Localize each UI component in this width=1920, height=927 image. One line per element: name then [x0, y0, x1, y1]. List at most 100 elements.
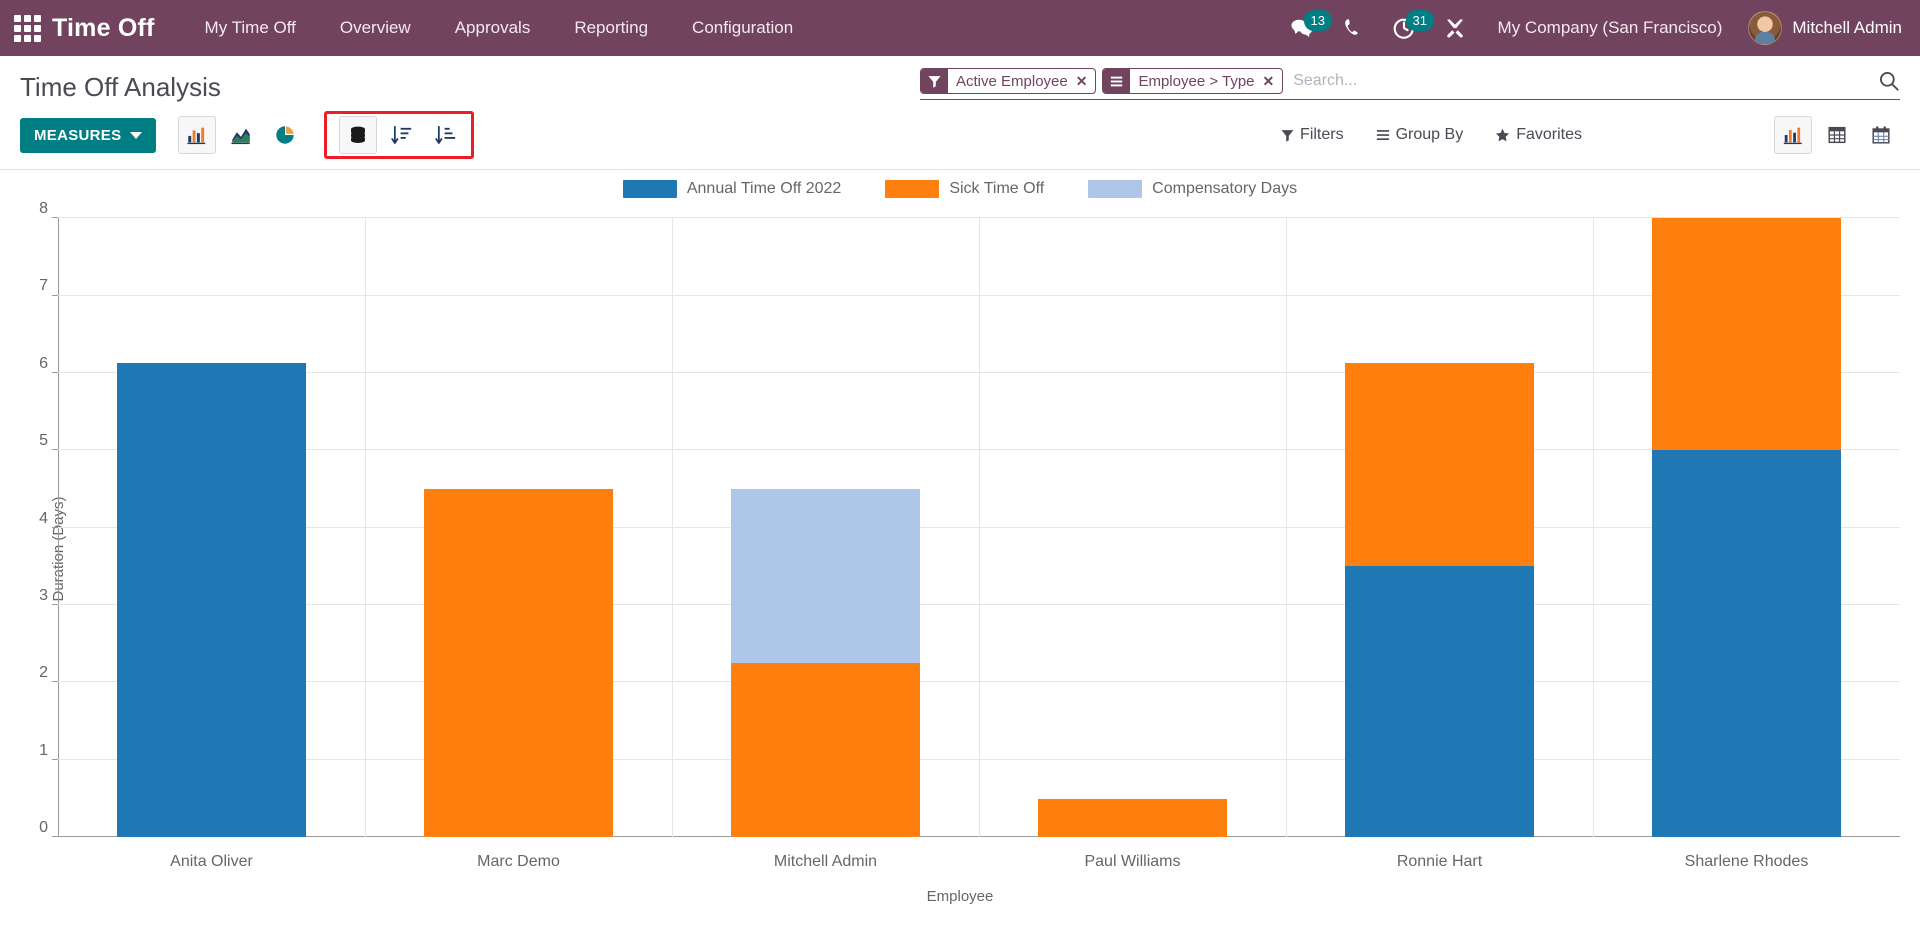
activities-menu[interactable]: 31 [1378, 0, 1435, 56]
x-tick-label: Mitchell Admin [773, 853, 878, 871]
measures-button[interactable]: MEASURES [20, 117, 157, 153]
menu-overview[interactable]: Overview [318, 10, 433, 46]
user-menu[interactable]: Mitchell Admin [1740, 11, 1902, 45]
legend-swatch [1088, 180, 1143, 199]
favorites-menu-label: Favorites [1516, 126, 1582, 144]
messages-menu[interactable]: 13 [1276, 0, 1333, 56]
x-tick-label: Sharlene Rhodes [1684, 853, 1809, 871]
y-tick-label: 4 [39, 509, 48, 527]
filters-menu-label: Filters [1300, 126, 1344, 144]
bar-stack[interactable] [424, 373, 613, 838]
bar-column [365, 218, 672, 838]
bar-segment[interactable] [1345, 363, 1534, 567]
group-by-menu[interactable]: Group By [1360, 120, 1480, 150]
pivot-view-icon[interactable] [1818, 116, 1856, 154]
favorites-menu[interactable]: Favorites [1479, 120, 1598, 150]
view-switcher [1768, 116, 1900, 155]
y-tick-label: 5 [39, 432, 48, 450]
menu-approvals[interactable]: Approvals [433, 10, 553, 46]
chart-type-button-group [172, 116, 304, 155]
bar-segment[interactable] [424, 489, 613, 838]
bar-segment[interactable] [1038, 798, 1227, 838]
plot-inner: 0 1 2 3 4 5 6 7 8 [39, 200, 1900, 838]
chevron-down-icon [130, 131, 143, 139]
menu-my-time-off[interactable]: My Time Off [183, 10, 318, 46]
x-axis-labels: Anita Oliver Marc Demo Mitchell Admin Paul … [58, 853, 1900, 871]
search-view-container: Active Employee ✕ Employee > Type ✕ [920, 66, 1900, 100]
company-switcher[interactable]: My Company (San Francisco) [1480, 18, 1741, 38]
plot-region: 0 1 2 3 4 5 6 7 8 [39, 200, 1900, 838]
bar-column [672, 218, 979, 838]
group-by-menu-label: Group By [1395, 126, 1464, 144]
bar-column [979, 218, 1286, 838]
search-input[interactable] [1289, 70, 1868, 92]
control-panel-right: Filters Group By Favorites [1265, 116, 1900, 155]
bar-stack[interactable] [731, 373, 920, 838]
y-tick-label: 2 [39, 664, 48, 682]
bar-stack[interactable] [1345, 296, 1534, 838]
phone-menu[interactable] [1328, 0, 1378, 56]
remove-facet-icon[interactable]: ✕ [1074, 69, 1096, 93]
bar-segment[interactable] [731, 489, 920, 664]
bar-column [1286, 218, 1593, 838]
legend-item[interactable]: Compensatory Days [1088, 180, 1298, 199]
pie-chart-icon[interactable] [266, 116, 304, 154]
menu-reporting[interactable]: Reporting [552, 10, 670, 46]
y-tick-label: 0 [39, 818, 48, 836]
debug-menu[interactable] [1430, 0, 1480, 56]
top-navbar: Time Off My Time Off Overview Approvals … [0, 0, 1920, 56]
x-tick-label: Anita Oliver [170, 853, 253, 871]
bar-stack[interactable] [1652, 218, 1841, 838]
menu-configuration[interactable]: Configuration [670, 10, 815, 46]
bar-segment[interactable] [731, 663, 920, 838]
order-button-group-highlighted [324, 111, 475, 160]
x-axis-title: Employee [926, 888, 994, 906]
filters-menu[interactable]: Filters [1265, 120, 1360, 150]
app-brand-title[interactable]: Time Off [52, 14, 155, 43]
stacked-database-icon[interactable] [339, 116, 378, 155]
systray: 13 31 My Company (San Francisco) Mitchel… [1276, 0, 1902, 56]
sort-ascending-icon[interactable] [427, 116, 465, 154]
x-tick-label: Marc Demo [477, 853, 560, 871]
search-view[interactable]: Active Employee ✕ Employee > Type ✕ [920, 66, 1900, 100]
control-panel-top-row: Time Off Analysis Active Employee ✕ Empl… [0, 56, 1920, 103]
legend-label: Compensatory Days [1152, 180, 1298, 198]
search-menus: Filters Group By Favorites [1265, 120, 1598, 150]
search-icon[interactable] [1868, 70, 1900, 92]
search-facet-active-employee[interactable]: Active Employee ✕ [920, 68, 1097, 94]
apps-grid-icon[interactable] [10, 11, 44, 45]
y-tick-label: 6 [39, 354, 48, 372]
sort-descending-icon[interactable] [383, 116, 421, 154]
page-title: Time Off Analysis [20, 72, 221, 102]
calendar-view-icon[interactable] [1862, 116, 1900, 154]
phone-icon [1344, 19, 1358, 35]
chart-legend: Annual Time Off 2022 Sick Time Off Compens… [0, 180, 1920, 199]
star-icon [1496, 128, 1510, 141]
search-facet-label: Employee > Type [1138, 72, 1255, 90]
graph-view-icon[interactable] [1774, 116, 1812, 155]
bar-segment[interactable] [1345, 566, 1534, 838]
line-chart-icon[interactable] [222, 116, 260, 154]
legend-label: Sick Time Off [949, 180, 1045, 198]
bar-stack[interactable] [1038, 682, 1227, 838]
group-by-bars-icon [1376, 130, 1389, 141]
user-name-label: Mitchell Admin [1792, 18, 1902, 37]
bar-stack[interactable] [117, 296, 306, 838]
y-tick-label: 8 [39, 200, 48, 217]
main-menu: My Time Off Overview Approvals Reporting… [183, 10, 816, 46]
legend-item[interactable]: Sick Time Off [885, 180, 1045, 199]
bar-segment[interactable] [1652, 218, 1841, 451]
y-tick-label: 1 [39, 741, 48, 759]
bar-segment[interactable] [117, 363, 306, 838]
search-facet-employee-type[interactable]: Employee > Type ✕ [1102, 68, 1284, 94]
filter-icon [921, 69, 948, 93]
search-facet-label: Active Employee [956, 72, 1068, 90]
bar-column [58, 218, 365, 838]
legend-swatch [885, 180, 940, 199]
legend-item[interactable]: Annual Time Off 2022 [622, 180, 841, 199]
bar-segment[interactable] [1652, 450, 1841, 838]
remove-facet-icon[interactable]: ✕ [1261, 69, 1283, 93]
wrench-screwdriver-icon [1446, 19, 1463, 38]
bar-chart-icon[interactable] [178, 116, 217, 155]
control-panel: Time Off Analysis Active Employee ✕ Empl… [0, 56, 1920, 171]
